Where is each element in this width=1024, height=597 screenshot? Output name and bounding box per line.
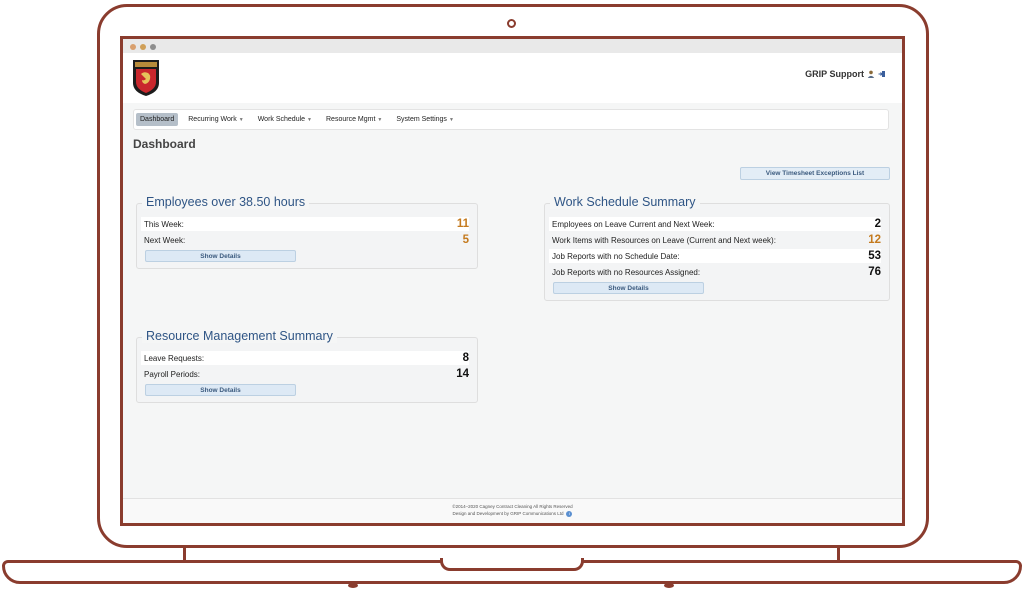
row-value[interactable]: 11 (457, 218, 469, 230)
camera-icon (507, 19, 516, 28)
resource-management-summary-card: Resource Management Summary Leave Reques… (136, 329, 478, 403)
close-window-icon[interactable] (130, 44, 136, 50)
screen: GRIP Support Dashboard Recurring Work ▼ … (120, 36, 905, 526)
list-item: This Week: 11 (141, 217, 469, 231)
row-value[interactable]: 12 (868, 234, 881, 246)
row-value[interactable]: 14 (456, 368, 469, 380)
row-label: Payroll Periods: (144, 369, 201, 379)
laptop-illustration: GRIP Support Dashboard Recurring Work ▼ … (0, 0, 1024, 597)
chevron-down-icon: ▼ (448, 116, 454, 123)
resource-show-details-button[interactable]: Show Details (145, 384, 296, 396)
chevron-down-icon: ▼ (307, 116, 312, 123)
minimize-window-icon[interactable] (140, 44, 146, 50)
list-item: Employees on Leave Current and Next Week… (549, 217, 881, 231)
top-bar: GRIP Support (123, 53, 902, 103)
laptop-foot-right (664, 583, 674, 588)
list-item: Work Items with Resources on Leave (Curr… (549, 233, 881, 247)
employees-card-title: Employees over 38.50 hours (142, 195, 310, 209)
logout-icon[interactable] (878, 70, 886, 78)
row-label: Job Reports with no Resources Assigned: (552, 267, 701, 277)
row-label: Next Week: (144, 235, 186, 245)
app-page: GRIP Support Dashboard Recurring Work ▼ … (123, 53, 902, 523)
list-item: Leave Requests: 8 (141, 351, 469, 365)
resource-card-title: Resource Management Summary (142, 329, 337, 343)
row-value[interactable]: 2 (875, 218, 881, 230)
list-item: Next Week: 5 (141, 233, 469, 247)
user-menu[interactable]: GRIP Support (805, 69, 886, 79)
row-label: Leave Requests: (144, 353, 205, 363)
nav-recurring-work-label: Recurring Work (188, 116, 237, 123)
row-label: Employees on Leave Current and Next Week… (552, 219, 715, 229)
row-value[interactable]: 8 (463, 352, 469, 364)
page-title: Dashboard (133, 137, 196, 151)
info-icon[interactable]: i (566, 511, 573, 517)
work-schedule-summary-card: Work Schedule Summary Employees on Leave… (544, 195, 890, 301)
schedule-show-details-button[interactable]: Show Details (553, 282, 704, 294)
browser-chrome (123, 39, 902, 54)
footer-credit-line: Design and Development by GRIP Communica… (123, 511, 902, 517)
employees-over-hours-card: Employees over 38.50 hours This Week: 11… (136, 195, 478, 269)
laptop-notch (440, 558, 584, 571)
user-name: GRIP Support (805, 69, 864, 79)
row-value[interactable]: 53 (868, 250, 881, 262)
footer-copyright: ©2014–2020 Cagney Contract Cleaning All … (452, 504, 573, 509)
chevron-down-icon: ▼ (377, 116, 383, 123)
nav-system-settings-label: System Settings (396, 116, 447, 123)
nav-dashboard-label: Dashboard (140, 116, 175, 123)
list-item: Payroll Periods: 14 (141, 367, 469, 381)
list-item: Job Reports with no Resources Assigned: … (549, 265, 881, 279)
nav-recurring-work[interactable]: Recurring Work ▼ (184, 113, 247, 126)
nav-work-schedule[interactable]: Work Schedule ▼ (254, 113, 316, 126)
row-label: Work Items with Resources on Leave (Curr… (552, 235, 776, 245)
person-icon (867, 70, 875, 78)
row-label: This Week: (144, 219, 184, 229)
crest-logo-icon[interactable] (132, 59, 160, 97)
schedule-card-title: Work Schedule Summary (550, 195, 700, 209)
chevron-down-icon: ▼ (238, 116, 244, 123)
nav-resource-mgmt[interactable]: Resource Mgmt ▼ (322, 113, 386, 126)
nav-system-settings[interactable]: System Settings ▼ (392, 113, 458, 126)
row-value[interactable]: 76 (868, 266, 881, 278)
row-label: Job Reports with no Schedule Date: (552, 251, 680, 261)
list-item: Job Reports with no Schedule Date: 53 (549, 249, 881, 263)
laptop-foot-left (348, 583, 358, 588)
view-timesheet-exceptions-button[interactable]: View Timesheet Exceptions List (740, 167, 890, 180)
employees-show-details-button[interactable]: Show Details (145, 250, 296, 262)
main-nav: Dashboard Recurring Work ▼ Work Schedule… (133, 109, 889, 130)
nav-resource-mgmt-label: Resource Mgmt (326, 116, 376, 123)
maximize-window-icon[interactable] (150, 44, 156, 50)
nav-work-schedule-label: Work Schedule (257, 116, 306, 123)
footer-credit[interactable]: Design and Development by GRIP Communica… (453, 511, 564, 516)
footer: ©2014–2020 Cagney Contract Cleaning All … (123, 498, 902, 523)
nav-dashboard[interactable]: Dashboard (136, 113, 179, 126)
row-value[interactable]: 5 (463, 234, 469, 246)
